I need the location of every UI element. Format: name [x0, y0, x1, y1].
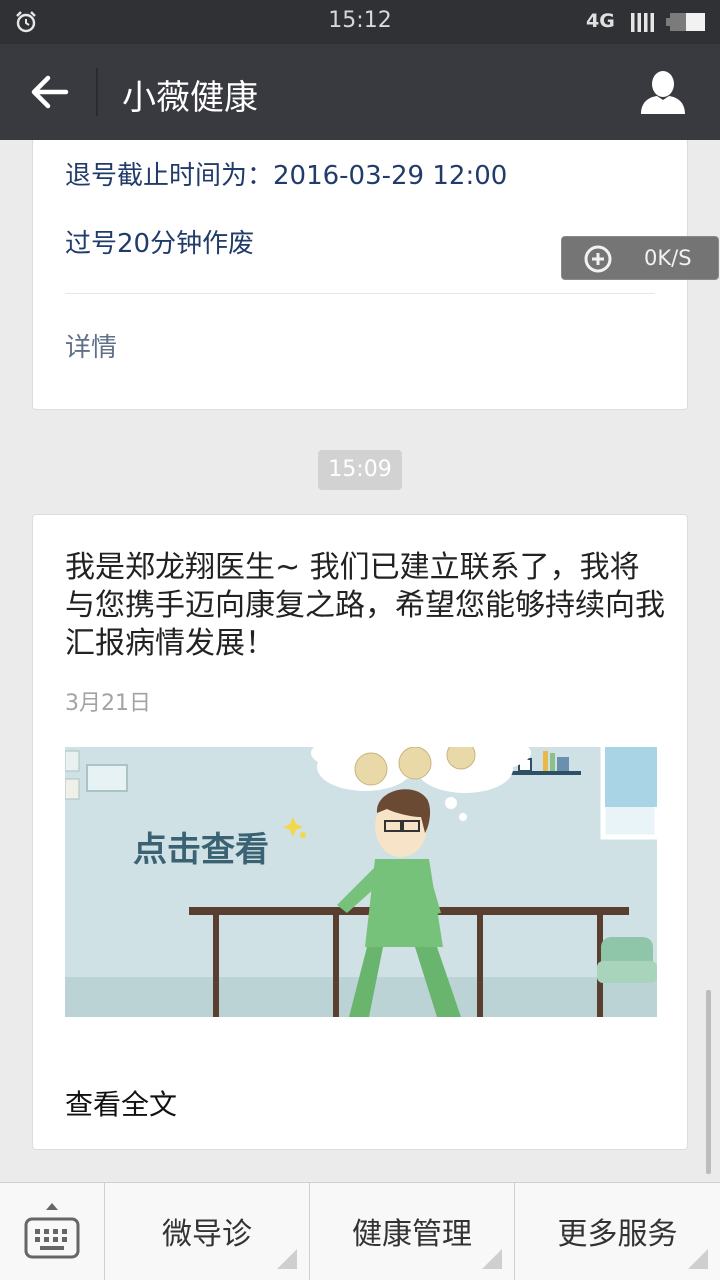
keyboard-toggle-button[interactable]: [0, 1183, 104, 1280]
menu-item-label: 微导诊: [162, 1217, 252, 1252]
navbar: 小薇健康: [0, 44, 720, 140]
menu-item-health-management[interactable]: 健康管理: [309, 1183, 514, 1280]
submenu-corner-icon: [688, 1249, 708, 1269]
menu-item-triage[interactable]: 微导诊: [104, 1183, 309, 1280]
read-all-link[interactable]: 查看全文: [65, 1083, 177, 1123]
navbar-divider: [96, 68, 98, 116]
timestamp: 15:09: [318, 450, 402, 490]
user-icon[interactable]: [640, 70, 686, 114]
network-label: 4G: [586, 10, 615, 32]
status-bar: 15:12 4G: [0, 0, 720, 44]
expire-note: 过号20分钟作废: [65, 229, 255, 259]
bottom-menu-bar: 微导诊 健康管理 更多服务: [0, 1182, 720, 1280]
signal-icon: [631, 13, 654, 32]
article-date: 3月21日: [65, 691, 151, 716]
battery-icon: [666, 13, 705, 31]
menu-item-label: 健康管理: [352, 1217, 472, 1252]
menu-item-label: 更多服务: [557, 1217, 678, 1252]
menu-item-more-services[interactable]: 更多服务: [514, 1183, 720, 1280]
article-message: 我是郑龙翔医生~ 我们已建立联系了，我将与您携手迈向康复之路，希望您能够持续向我…: [65, 550, 665, 661]
keyboard-icon: [24, 1217, 80, 1259]
speed-overlay[interactable]: 0K/S: [561, 236, 719, 280]
cover-caption: 点击查看: [133, 830, 269, 870]
detail-link[interactable]: 详情: [65, 327, 117, 364]
card-divider: [65, 293, 655, 294]
chat-area[interactable]: 退号截止时间为：2016-03-29 12:00 过号20分钟作废 详情 0K/…: [0, 140, 720, 1182]
caret-up-icon: [46, 1203, 58, 1210]
article-card[interactable]: 我是郑龙翔医生~ 我们已建立联系了，我将与您携手迈向康复之路，希望您能够持续向我…: [32, 514, 688, 1150]
speed-value: 0K/S: [644, 246, 692, 270]
plus-circle-icon: [584, 245, 612, 273]
submenu-corner-icon: [277, 1249, 297, 1269]
submenu-corner-icon: [482, 1249, 502, 1269]
page-title: 小薇健康: [122, 78, 258, 118]
scrollbar[interactable]: [706, 990, 711, 1174]
article-cover-image[interactable]: 点击查看: [65, 747, 657, 1017]
arrow-left-icon[interactable]: [28, 72, 70, 112]
deadline-text: 退号截止时间为：2016-03-29 12:00: [65, 161, 508, 191]
